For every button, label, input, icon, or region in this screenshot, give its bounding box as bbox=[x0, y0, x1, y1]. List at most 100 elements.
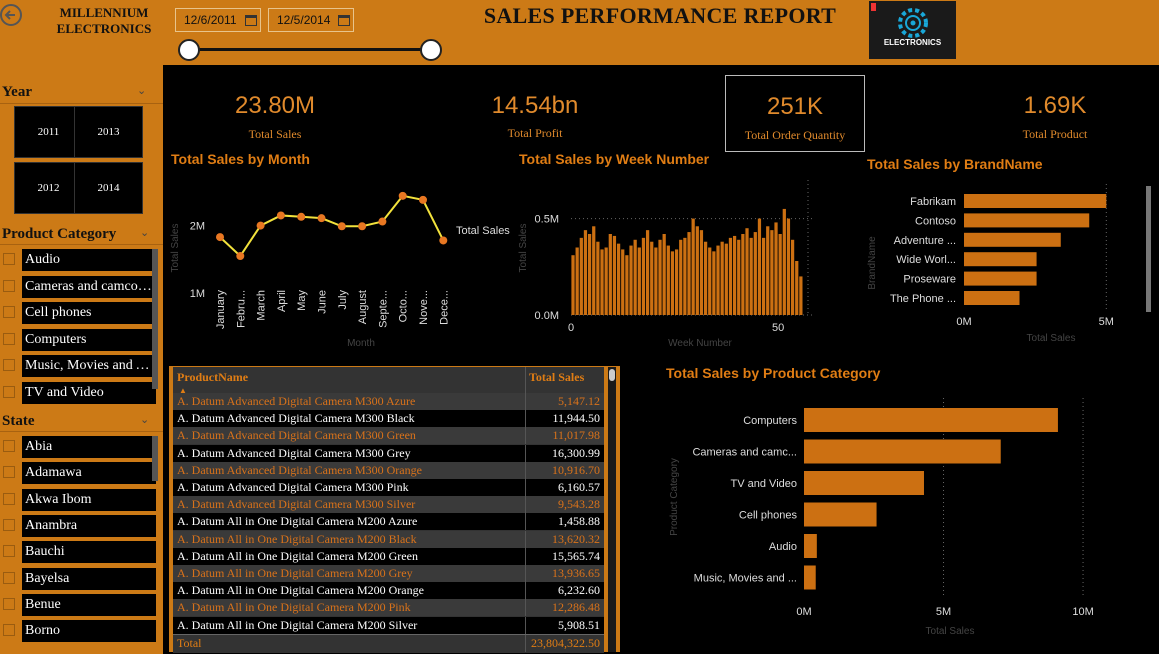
option-label: Benue bbox=[22, 593, 156, 616]
checkbox[interactable] bbox=[3, 359, 15, 371]
checkbox[interactable] bbox=[3, 597, 15, 610]
checkbox[interactable] bbox=[3, 518, 15, 531]
chevron-down-icon[interactable]: ⌄ bbox=[140, 226, 149, 239]
bar bbox=[741, 234, 745, 315]
x-tick-label: March bbox=[256, 290, 268, 321]
table-row[interactable]: A. Datum Advanced Digital Camera M300 Pi… bbox=[173, 479, 604, 496]
state-filter-title: State bbox=[2, 413, 35, 429]
bar bbox=[625, 255, 629, 315]
y-tick-label: Fabrikam bbox=[910, 196, 956, 208]
bar-chart-sales-by-category[interactable]: 0M 5M 10M Computers Cameras and camc... TV an… bbox=[664, 385, 1154, 645]
table-row[interactable]: A. Datum All in One Digital Camera M200 … bbox=[173, 513, 604, 531]
bar bbox=[679, 239, 683, 315]
y-axis-title: BrandName bbox=[867, 236, 878, 290]
year-tile-2013[interactable]: 2013 bbox=[74, 106, 143, 158]
table-row[interactable]: A. Datum All in One Digital Camera M200 … bbox=[173, 565, 604, 582]
chevron-down-icon[interactable]: ⌄ bbox=[137, 84, 146, 97]
kpi-card-order-quantity[interactable]: 251K Total Order Quantity bbox=[725, 75, 865, 152]
logo-text: ELECTRONICS bbox=[883, 38, 942, 47]
bar bbox=[571, 255, 575, 315]
page-title: SALES PERFORMANCE REPORT bbox=[483, 3, 837, 28]
state-scrollbar[interactable] bbox=[152, 436, 158, 481]
category-option[interactable]: Music, Movies and Audio Books bbox=[0, 355, 160, 377]
y-tick-label: Music, Movies and ... bbox=[694, 573, 797, 585]
category-scrollbar[interactable] bbox=[152, 249, 158, 389]
product-sales-table[interactable]: ProductName ▲ Total Sales A. Datum Advan… bbox=[173, 367, 604, 653]
category-option[interactable]: Cameras and camcorders bbox=[0, 275, 160, 298]
start-date-input[interactable]: 12/6/2011 bbox=[175, 8, 261, 32]
state-option[interactable]: Borno bbox=[0, 620, 160, 643]
bar bbox=[641, 237, 646, 315]
line-chart-sales-by-month[interactable]: 1M 2M Total Sales January Febru... March April… bbox=[168, 170, 513, 355]
table-row[interactable]: A. Datum Advanced Digital Camera M300 Gr… bbox=[173, 444, 604, 462]
category-option[interactable]: Audio bbox=[0, 249, 160, 271]
column-header-productname[interactable]: ProductName bbox=[177, 369, 248, 386]
bar bbox=[703, 241, 708, 315]
end-date-input[interactable]: 12/5/2014 bbox=[268, 8, 354, 32]
year-tile-2012[interactable]: 2012 bbox=[14, 162, 83, 214]
date-slider-end-handle[interactable] bbox=[420, 39, 442, 61]
checkbox[interactable] bbox=[3, 306, 15, 318]
bar bbox=[666, 245, 670, 315]
checkbox[interactable] bbox=[3, 279, 15, 292]
column-header-total-sales[interactable]: Total Sales bbox=[529, 369, 584, 386]
y-tick-label: 0.0M bbox=[535, 310, 559, 322]
bar bbox=[804, 471, 924, 495]
bar bbox=[804, 502, 877, 527]
date-slider-start-handle[interactable] bbox=[178, 39, 200, 61]
bar-chart-sales-by-week[interactable]: 0.0M 0.5M 0 50 Week Number Total Sales bbox=[515, 170, 845, 355]
checkbox[interactable] bbox=[3, 492, 15, 505]
category-option[interactable]: TV and Video bbox=[0, 381, 160, 404]
state-option[interactable]: Anambra bbox=[0, 514, 160, 537]
bar bbox=[737, 239, 741, 315]
table-row[interactable]: A. Datum Advanced Digital Camera M300 Si… bbox=[173, 496, 604, 514]
bar-chart-sales-by-brand[interactable]: 0M 5M Fabrikam Contoso Adventure ... Wide Wor… bbox=[865, 175, 1155, 347]
table-scrollbar[interactable] bbox=[608, 367, 616, 652]
checkbox[interactable] bbox=[3, 332, 15, 345]
product-name-cell: A. Datum All in One Digital Camera M200 … bbox=[177, 548, 418, 563]
state-option[interactable]: Akwa Ibom bbox=[0, 488, 160, 511]
table-row[interactable]: A. Datum All in One Digital Camera M200 … bbox=[173, 530, 604, 548]
y-tick-label: Cameras and camc... bbox=[692, 447, 797, 459]
table-row[interactable]: A. Datum Advanced Digital Camera M300 Bl… bbox=[173, 410, 604, 428]
brand-chart-scrollbar[interactable] bbox=[1146, 186, 1151, 312]
checkbox[interactable] bbox=[3, 253, 15, 265]
calendar-icon[interactable] bbox=[244, 14, 257, 26]
back-arrow-icon[interactable] bbox=[0, 4, 22, 26]
bar bbox=[964, 194, 1107, 208]
state-option[interactable]: Abia bbox=[0, 436, 160, 458]
year-tile-2011[interactable]: 2011 bbox=[14, 106, 83, 158]
total-sales-cell: 11,944.50 bbox=[552, 411, 600, 426]
checkbox[interactable] bbox=[3, 466, 15, 479]
checkbox[interactable] bbox=[3, 545, 15, 558]
table-row[interactable]: A. Datum All in One Digital Camera M200 … bbox=[173, 616, 604, 634]
badge-icon bbox=[871, 3, 876, 11]
table-row[interactable]: A. Datum Advanced Digital Camera M300 Gr… bbox=[173, 427, 604, 445]
state-option[interactable]: Bayelsa bbox=[0, 567, 160, 590]
checkbox[interactable] bbox=[3, 440, 15, 452]
y-axis-title: Total Sales bbox=[518, 224, 529, 273]
checkbox[interactable] bbox=[3, 624, 15, 637]
state-option[interactable]: Benue bbox=[0, 593, 160, 616]
category-option[interactable]: Computers bbox=[0, 328, 160, 351]
bar bbox=[629, 245, 633, 315]
total-sales-cell: 9,543.28 bbox=[558, 497, 600, 512]
table-row[interactable]: A. Datum Advanced Digital Camera M300 Az… bbox=[173, 393, 604, 410]
chevron-down-icon[interactable]: ⌄ bbox=[140, 413, 149, 426]
checkbox[interactable] bbox=[3, 385, 15, 398]
checkbox[interactable] bbox=[3, 571, 15, 584]
table-row[interactable]: A. Datum All in One Digital Camera M200 … bbox=[173, 582, 604, 600]
table-row[interactable]: A. Datum Advanced Digital Camera M300 Or… bbox=[173, 461, 604, 479]
table-row[interactable]: A. Datum All in One Digital Camera M200 … bbox=[173, 547, 604, 565]
x-tick-label: 50 bbox=[772, 322, 784, 334]
state-option[interactable]: Adamawa bbox=[0, 462, 160, 485]
table-row[interactable]: A. Datum All in One Digital Camera M200 … bbox=[173, 599, 604, 617]
category-option[interactable]: Cell phones bbox=[0, 302, 160, 324]
state-option[interactable]: Bauchi bbox=[0, 541, 160, 564]
year-tile-2014[interactable]: 2014 bbox=[74, 162, 143, 214]
bar bbox=[596, 241, 600, 315]
bar bbox=[695, 226, 699, 315]
calendar-icon[interactable] bbox=[338, 14, 351, 26]
option-label: Borno bbox=[22, 620, 156, 643]
date-range-slider[interactable] bbox=[187, 48, 433, 51]
